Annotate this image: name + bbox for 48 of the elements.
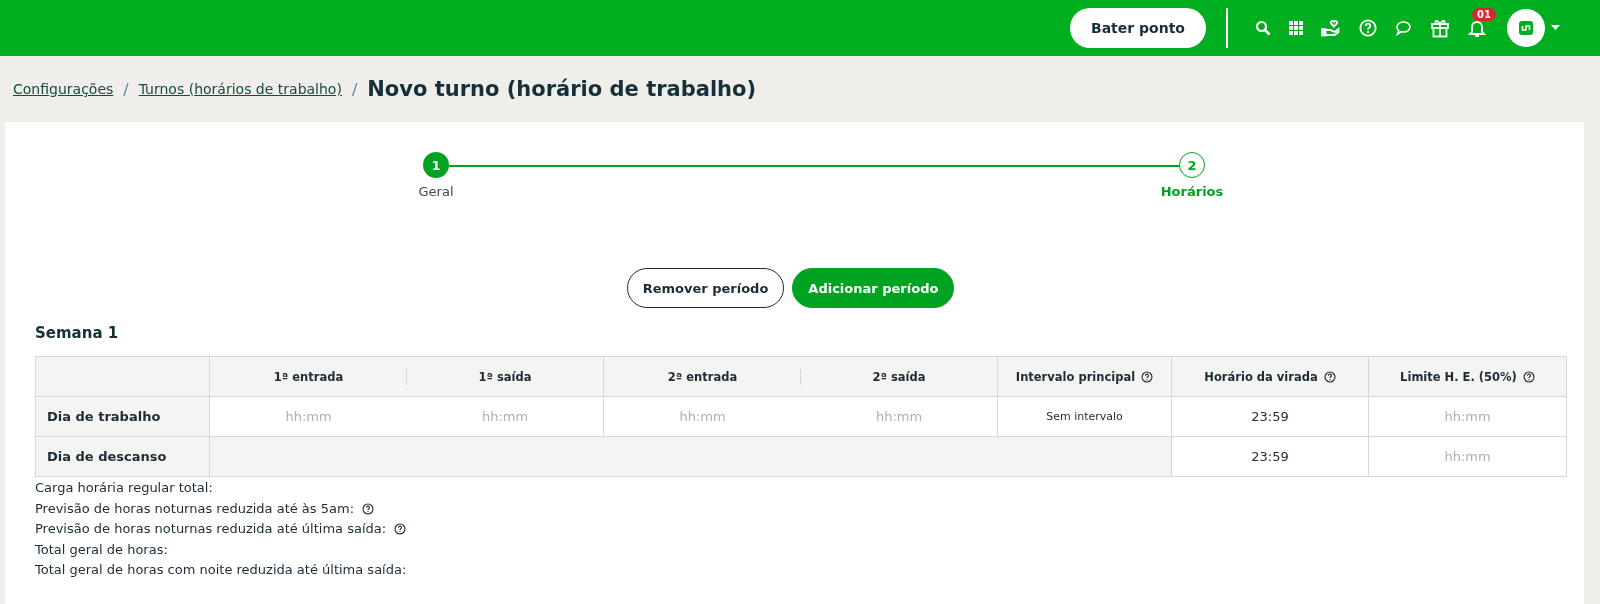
hand-heart-icon[interactable]	[1321, 19, 1341, 37]
column-header: Horário da virada	[1204, 369, 1318, 384]
remove-period-button[interactable]: Remover período	[626, 268, 785, 308]
column-header: 2ª saída	[872, 369, 926, 384]
help-icon[interactable]	[362, 502, 375, 515]
time-input[interactable]: hh:mm	[604, 397, 801, 436]
page-title: Novo turno (horário de trabalho)	[367, 77, 757, 101]
avatar[interactable]	[1507, 9, 1545, 47]
column-header: Intervalo principal	[1015, 369, 1136, 384]
table-cell: 23:59	[1251, 449, 1289, 464]
help-icon[interactable]	[394, 523, 407, 536]
column-header: 2ª entrada	[667, 369, 738, 384]
step-label: Geral	[418, 184, 454, 199]
time-input[interactable]: hh:mm	[407, 397, 603, 436]
apps-grid-icon[interactable]	[1289, 21, 1303, 35]
help-icon[interactable]	[1522, 370, 1535, 383]
logo-icon	[1519, 21, 1533, 35]
clock-in-button[interactable]: Bater ponto	[1070, 8, 1206, 48]
breadcrumb-link[interactable]: Turnos (horários de trabalho)	[138, 81, 342, 97]
summary-line: Total geral de horas:	[35, 540, 168, 559]
help-icon[interactable]	[1141, 370, 1154, 383]
column-header: Limite H. E. (50%)	[1400, 369, 1517, 384]
row-label: Dia de trabalho	[47, 409, 161, 424]
time-input[interactable]: hh:mm	[1369, 437, 1566, 476]
caret-icon[interactable]	[1551, 25, 1560, 31]
row-label: Dia de descanso	[47, 449, 167, 464]
time-input[interactable]: hh:mm	[801, 397, 997, 436]
table-cell: 23:59	[1251, 409, 1289, 424]
chat-icon[interactable]	[1395, 20, 1412, 36]
column-header: 1ª saída	[478, 369, 532, 384]
week-title: Semana 1	[35, 324, 120, 342]
summary-line: Total geral de horas com noite reduzida até última saída:	[35, 561, 407, 579]
summary-line: Previsão de horas noturnas reduzida até última saída:	[35, 520, 387, 538]
help-icon[interactable]	[1323, 370, 1336, 383]
gift-icon[interactable]	[1430, 18, 1450, 38]
breadcrumb-separator: /	[123, 79, 129, 99]
table-cell: Sem intervalo	[1046, 410, 1123, 423]
time-input[interactable]: hh:mm	[1369, 397, 1566, 436]
column-header: 1ª entrada	[273, 369, 344, 384]
notification-badge: 01	[1472, 8, 1496, 21]
bell-icon[interactable]	[1468, 18, 1486, 38]
time-input[interactable]: hh:mm	[210, 397, 407, 436]
step-label: Horários	[1160, 184, 1224, 199]
summary-line: Previsão de horas noturnas reduzida até às 5am:	[35, 499, 355, 518]
breadcrumb-separator: /	[351, 79, 358, 99]
summary-line: Carga horária regular total:	[35, 479, 213, 497]
search-icon[interactable]	[1255, 20, 1271, 36]
breadcrumb-link[interactable]: Configurações	[13, 81, 114, 97]
